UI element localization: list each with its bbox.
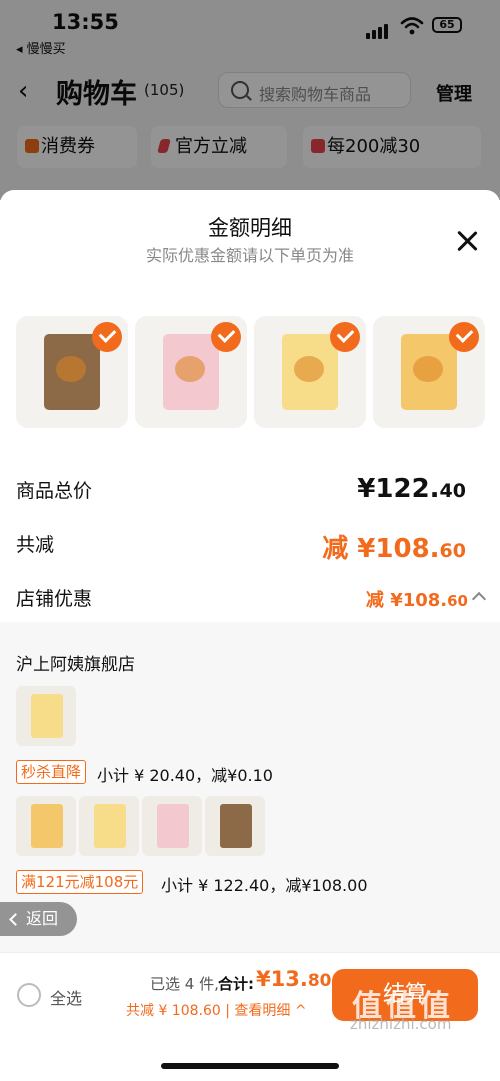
shop-discount-value: 减 ¥108.60 (365, 590, 468, 611)
product-mini-thumb (142, 796, 202, 856)
sheet-title: 金额明细 (208, 216, 292, 240)
sheet-subtitle: 实际优惠金额请以下单页为准 (145, 246, 354, 265)
amount-detail-sheet: 金额明细 实际优惠金额请以下单页为准 商品总价 ¥122.40 共减 减 ¥10… (0, 190, 500, 1081)
total-reduce-value: 减 ¥108.60 (322, 534, 466, 564)
watermark-text: zhizhizhi.com (350, 1015, 452, 1033)
product-image (401, 334, 457, 410)
shop-discount-label: 店铺优惠 (16, 588, 93, 610)
total-price-label: 商品总价 (16, 480, 93, 502)
product-mini-thumb (16, 686, 76, 746)
product-thumb[interactable] (135, 316, 247, 428)
product-thumb[interactable] (373, 316, 485, 428)
product-mini-thumb (16, 796, 76, 856)
floating-back-button[interactable]: 返回 (0, 902, 77, 936)
checked-icon (449, 322, 479, 352)
product-image (282, 334, 338, 410)
total-price: ¥13.80 (256, 967, 332, 991)
group-subtotal: 小计 ¥ 122.40，减¥108.00 (161, 876, 368, 895)
product-thumb[interactable] (16, 316, 128, 428)
checked-icon (92, 322, 122, 352)
product-image (163, 334, 219, 410)
checked-icon (211, 322, 241, 352)
discount-detail-panel: 沪上阿姨旗舰店 秒杀直降 小计 ¥ 20.40，减¥0.10 满121元减108… (0, 622, 500, 957)
promo-tag: 满121元减108元 (16, 870, 144, 894)
store-name: 沪上阿姨旗舰店 (16, 655, 135, 675)
total-price-value: ¥122.40 (357, 474, 466, 504)
promo-tag: 秒杀直降 (16, 760, 87, 784)
chevron-up-icon[interactable] (471, 591, 487, 607)
group-subtotal: 小计 ¥ 20.40，减¥0.10 (97, 766, 273, 785)
select-all-label[interactable]: 全选 (50, 985, 82, 1009)
modal-overlay[interactable] (0, 0, 500, 200)
checkout-bar: 全选 已选 4 件, 合计: ¥13.80 共减 ¥ 108.60 | 查看明细… (0, 952, 500, 1081)
selected-count: 已选 4 件, (150, 975, 219, 993)
view-detail-link[interactable]: 共减 ¥ 108.60 | 查看明细 ^ (126, 1000, 307, 1020)
home-indicator[interactable] (161, 1063, 339, 1069)
product-mini-thumb (79, 796, 139, 856)
product-mini-thumb (205, 796, 265, 856)
select-all-radio[interactable] (17, 983, 41, 1007)
total-reduce-label: 共减 (16, 534, 55, 556)
product-thumbnails (16, 316, 500, 428)
product-image (44, 334, 100, 410)
total-label: 合计: (218, 975, 254, 993)
product-thumb[interactable] (254, 316, 366, 428)
close-icon[interactable] (456, 230, 478, 252)
checked-icon (330, 322, 360, 352)
